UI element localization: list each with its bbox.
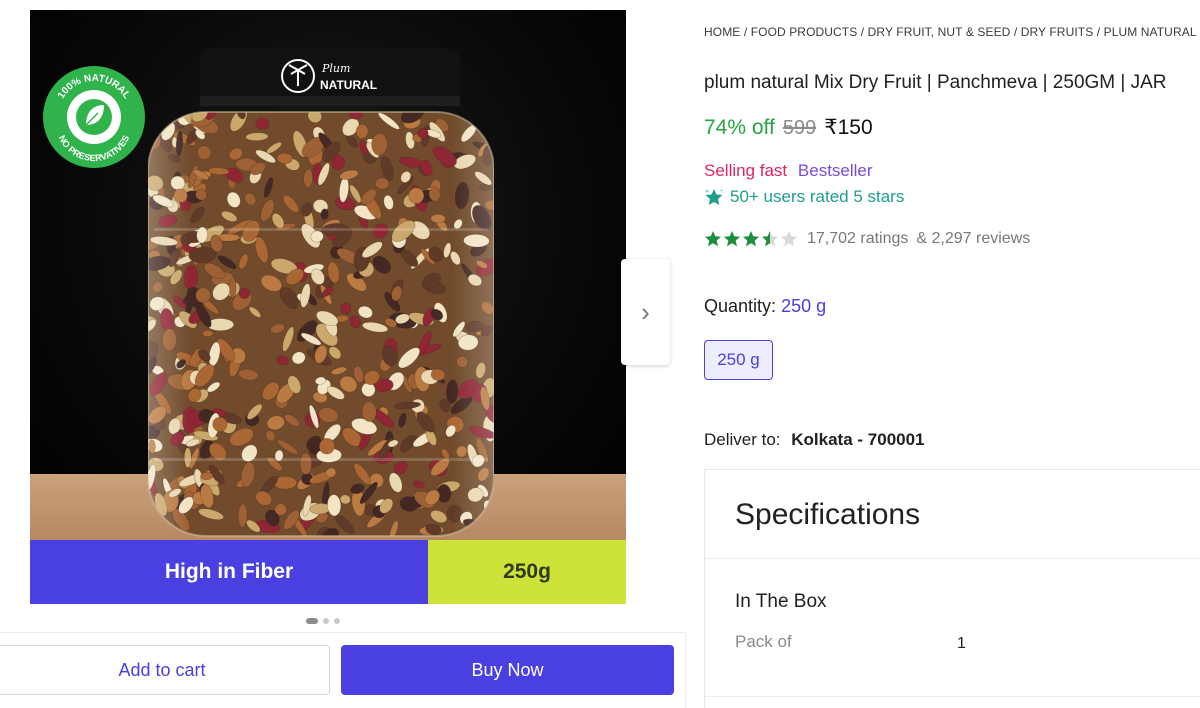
buy-now-button[interactable]: Buy Now bbox=[341, 645, 674, 695]
product-jar-image: Plum NATURAL bbox=[148, 48, 494, 537]
product-tags: Selling fast Bestseller bbox=[704, 161, 873, 181]
star-icon bbox=[743, 231, 759, 247]
chevron-right-icon: › bbox=[641, 296, 650, 327]
reviews-count: & 2,297 reviews bbox=[916, 230, 1031, 247]
spec-value: 1 bbox=[957, 635, 966, 652]
delivery-location[interactable]: Deliver to: Kolkata - 700001 bbox=[704, 430, 925, 450]
carousel-dot[interactable] bbox=[334, 618, 340, 624]
jar-brand-bottom: NATURAL bbox=[320, 78, 377, 92]
spec-key: Pack of bbox=[735, 632, 792, 651]
star-rating bbox=[704, 230, 798, 248]
carousel-dot[interactable] bbox=[323, 618, 329, 624]
next-image-button[interactable]: › bbox=[621, 259, 670, 365]
add-to-cart-button[interactable]: Add to cart bbox=[0, 645, 330, 695]
selling-price: ₹150 bbox=[824, 116, 873, 139]
rated-text: 50+ users rated 5 stars bbox=[730, 187, 905, 206]
nut-piece bbox=[148, 522, 161, 532]
discount-percent: 74% off bbox=[704, 116, 775, 139]
price-row: 74% off 599 ₹150 bbox=[704, 115, 873, 140]
nut-piece bbox=[468, 112, 485, 118]
bestseller-tag: Bestseller bbox=[797, 161, 873, 180]
product-page: Plum NATURAL 100% NATURAL NO PRESERVATIV… bbox=[0, 0, 1200, 708]
breadcrumb[interactable]: HOME / FOOD PRODUCTS / DRY FRUIT, NUT & … bbox=[704, 25, 1197, 39]
deliver-pincode: Kolkata - 700001 bbox=[791, 430, 925, 449]
nut-piece bbox=[482, 112, 494, 124]
star-icon bbox=[762, 231, 778, 247]
feature-banner-fiber: High in Fiber bbox=[30, 540, 428, 604]
product-image-gallery[interactable]: Plum NATURAL 100% NATURAL NO PRESERVATIV… bbox=[30, 10, 626, 604]
quantity-key: Quantity: bbox=[704, 296, 777, 316]
divider bbox=[705, 696, 1200, 697]
natural-badge: 100% NATURAL NO PRESERVATIVES bbox=[43, 66, 145, 168]
star-icon bbox=[781, 231, 797, 247]
selling-fast-tag: Selling fast bbox=[704, 161, 788, 180]
star-icon bbox=[705, 231, 721, 247]
feature-banner-weight: 250g bbox=[428, 540, 626, 604]
carousel-indicators bbox=[306, 618, 340, 624]
carousel-dot[interactable] bbox=[306, 618, 318, 624]
quantity-label: Quantity: 250 g bbox=[704, 296, 826, 317]
divider bbox=[705, 558, 1200, 559]
ratings-count: 17,702 ratings bbox=[807, 230, 909, 247]
star-icon bbox=[724, 231, 740, 247]
deliver-label: Deliver to: bbox=[704, 430, 781, 449]
quantity-selected: 250 g bbox=[781, 296, 827, 316]
specifications-title: Specifications bbox=[735, 498, 921, 531]
rated-banner: 50+ users rated 5 stars bbox=[704, 187, 904, 207]
jar-brand-top: Plum bbox=[321, 62, 350, 75]
mrp-price: 599 bbox=[782, 117, 817, 139]
specifications-panel: Specifications In The Box Pack of 1 bbox=[704, 469, 1200, 708]
quantity-option-250g[interactable]: 250 g bbox=[704, 340, 773, 380]
action-bar: Add to cart Buy Now bbox=[0, 632, 686, 708]
rating-summary[interactable]: 17,702 ratings & 2,297 reviews bbox=[704, 230, 1030, 248]
spec-section-title: In The Box bbox=[735, 591, 827, 612]
sparkle-star-icon bbox=[705, 189, 723, 205]
product-title: plum natural Mix Dry Fruit | Panchmeva |… bbox=[704, 72, 1167, 93]
